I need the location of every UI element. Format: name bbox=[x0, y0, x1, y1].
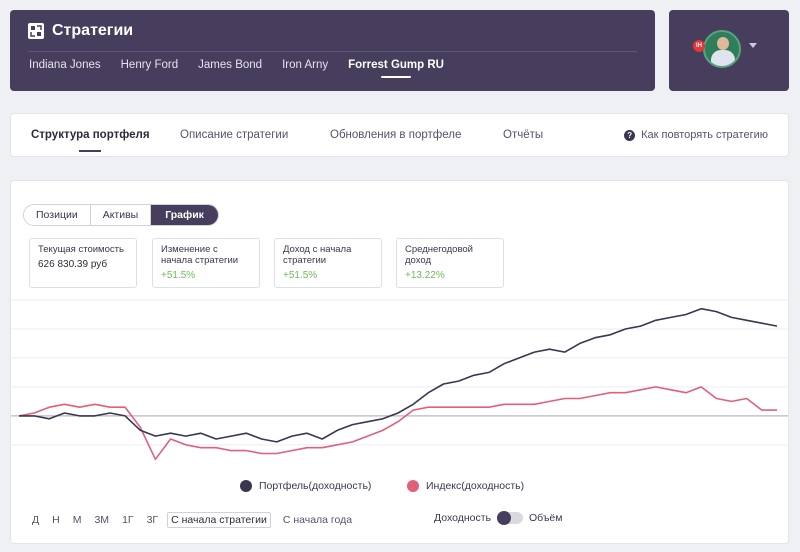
legend-index[interactable]: Индекс(доходность) bbox=[407, 480, 524, 492]
legend-portfolio-dot bbox=[240, 480, 252, 492]
user-menu[interactable]: IH bbox=[669, 10, 789, 91]
view-positions-button[interactable]: Позиции bbox=[24, 205, 91, 225]
tab-portfolio-structure[interactable]: Структура портфеля bbox=[31, 129, 150, 152]
header-divider bbox=[28, 51, 637, 52]
tab-strategy-description[interactable]: Описание стратегии bbox=[180, 129, 288, 141]
view-chart-button[interactable]: График bbox=[151, 205, 218, 225]
view-assets-button[interactable]: Активы bbox=[90, 205, 152, 225]
period-month[interactable]: М bbox=[73, 514, 82, 526]
period-week[interactable]: Н bbox=[52, 514, 60, 526]
avatar[interactable] bbox=[703, 30, 741, 68]
tab-iron-arny[interactable]: Iron Arny bbox=[282, 59, 328, 78]
stat-value: +13.22% bbox=[405, 270, 445, 281]
period-3-years[interactable]: 3Г bbox=[147, 514, 159, 526]
view-switch: Позиции Активы График bbox=[23, 204, 219, 226]
portfolio-nav: Структура портфеля Описание стратегии Об… bbox=[10, 113, 789, 157]
avatar-head bbox=[717, 37, 729, 50]
strategy-header: Стратегии Indiana Jones Henry Ford James… bbox=[10, 10, 655, 91]
stat-annual-income: Среднегодовой доход +13.22% bbox=[396, 238, 504, 288]
avatar-body bbox=[711, 50, 735, 66]
tab-reports[interactable]: Отчёты bbox=[503, 129, 543, 141]
tab-portfolio-updates[interactable]: Обновления в портфеле bbox=[330, 129, 461, 141]
toggle-right-label: Объём bbox=[529, 512, 563, 524]
stat-change-since-start: Изменение с начала стратегии +51.5% bbox=[152, 238, 260, 288]
legend-index-dot bbox=[407, 480, 419, 492]
stat-label: Среднегодовой доход bbox=[405, 244, 473, 266]
period-selector: Д Н М 3М 1Г 3Г С начала стратегии С нача… bbox=[32, 512, 365, 528]
tab-indiana-jones[interactable]: Indiana Jones bbox=[29, 59, 101, 78]
legend-portfolio[interactable]: Портфель(доходность) bbox=[240, 480, 371, 492]
avatar-badge: IH bbox=[693, 40, 705, 52]
legend-index-label: Индекс(доходность) bbox=[426, 480, 525, 492]
how-to-repeat-link[interactable]: ? Как повторять стратегию bbox=[624, 129, 768, 141]
strategy-logo-icon bbox=[28, 23, 44, 39]
metric-toggle: Доходность Объём bbox=[434, 511, 563, 525]
how-to-repeat-label: Как повторять стратегию bbox=[641, 129, 768, 141]
toggle-left-label: Доходность bbox=[434, 512, 491, 524]
stat-label: Изменение с начала стратегии bbox=[161, 244, 239, 266]
legend-portfolio-label: Портфель(доходность) bbox=[259, 480, 372, 492]
tab-forrest-gump-ru[interactable]: Forrest Gump RU bbox=[348, 59, 444, 78]
period-1-year[interactable]: 1Г bbox=[122, 514, 134, 526]
stat-current-value: Текущая стоимость 626 830.39 руб bbox=[29, 238, 137, 288]
stat-label: Текущая стоимость bbox=[38, 244, 124, 255]
tab-henry-ford[interactable]: Henry Ford bbox=[121, 59, 179, 78]
period-ytd[interactable]: С начала года bbox=[283, 514, 352, 526]
stat-value: +51.5% bbox=[161, 270, 196, 281]
performance-chart bbox=[11, 299, 788, 461]
question-icon: ? bbox=[624, 129, 636, 141]
period-3-months[interactable]: 3М bbox=[94, 514, 109, 526]
period-since-start[interactable]: С начала стратегии bbox=[167, 512, 271, 528]
stat-label: Доход с начала стратегии bbox=[283, 244, 352, 266]
stat-income-since-start: Доход с начала стратегии +51.5% bbox=[274, 238, 382, 288]
page-title-text: Стратегии bbox=[52, 22, 134, 39]
period-day[interactable]: Д bbox=[32, 514, 39, 526]
chart-card: Позиции Активы График Текущая стоимость … bbox=[10, 180, 789, 544]
stat-value: 626 830.39 руб bbox=[38, 259, 108, 270]
page-title: Стратегии bbox=[28, 22, 133, 40]
stat-value: +51.5% bbox=[283, 270, 318, 281]
strategy-tabs: Indiana Jones Henry Ford James Bond Iron… bbox=[29, 59, 464, 78]
metric-toggle-switch[interactable] bbox=[497, 511, 523, 525]
tab-james-bond[interactable]: James Bond bbox=[198, 59, 262, 78]
chevron-down-icon[interactable] bbox=[749, 43, 757, 48]
toggle-knob bbox=[497, 511, 511, 525]
